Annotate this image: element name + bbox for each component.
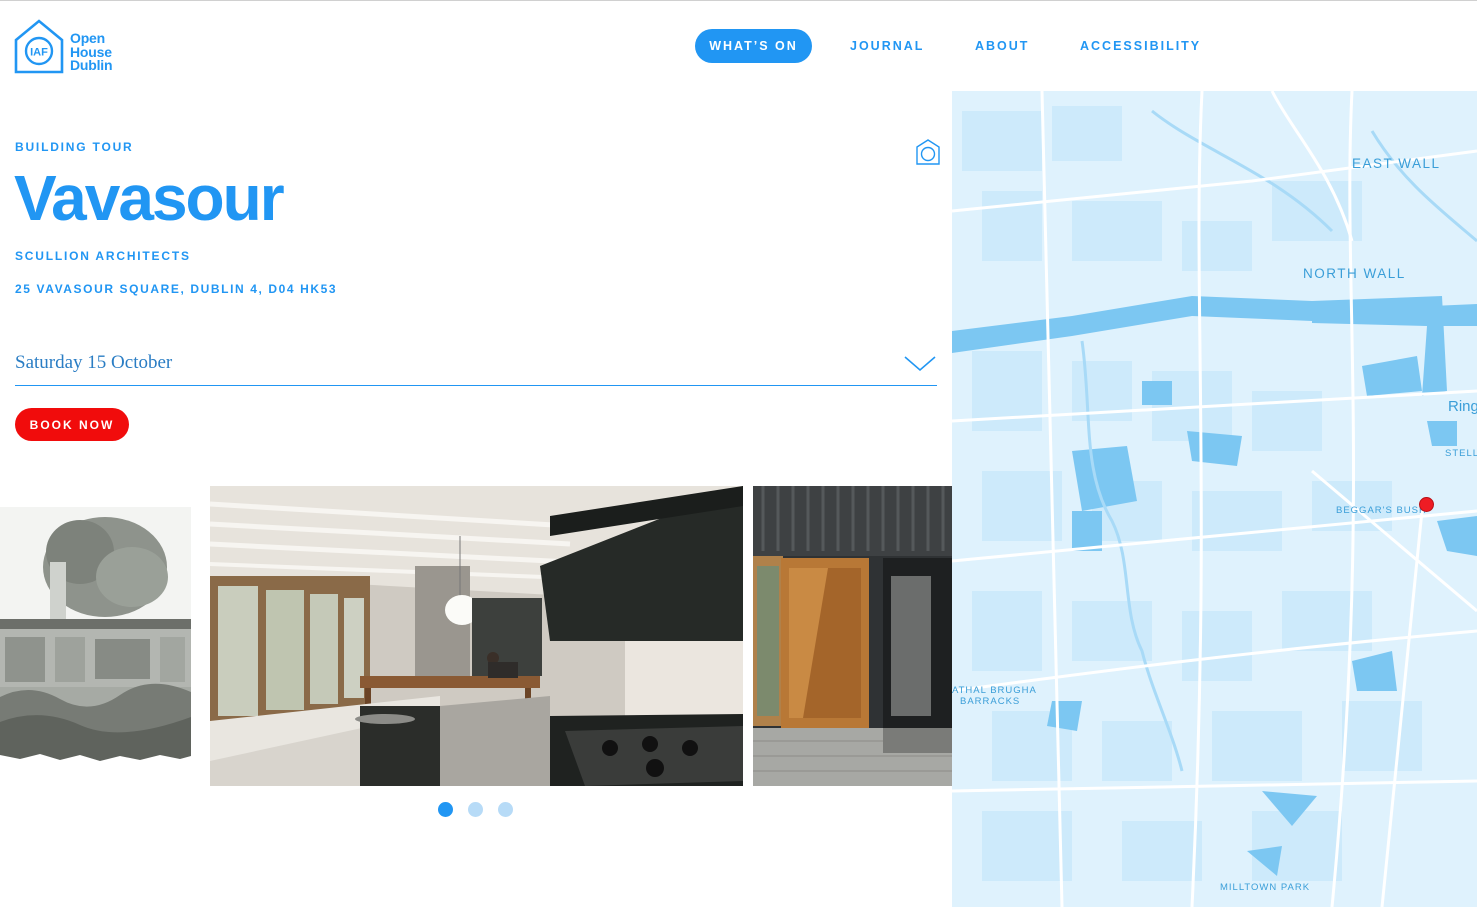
kitchen-photo [210, 486, 743, 786]
site-logo[interactable]: IAF Open House Dublin [14, 18, 113, 74]
book-now-button[interactable]: BOOK NOW [15, 408, 129, 441]
carousel-dot-1[interactable] [438, 802, 453, 817]
event-address: 25 VAVASOUR SQUARE, DUBLIN 4, D04 HK53 [15, 282, 338, 296]
event-category: BUILDING TOUR [15, 140, 134, 154]
sketch-illustration [0, 507, 191, 763]
map-label-east-wall: EAST WALL [1352, 156, 1441, 171]
carousel-dot-2[interactable] [468, 802, 483, 817]
map-label-cathal-brugha: ATHAL BRUGHA [952, 685, 1037, 696]
map-location-pin[interactable] [1419, 497, 1434, 512]
timber-door-photo [753, 486, 952, 786]
map-label-milltown-park: MILLTOWN PARK [1220, 882, 1311, 893]
carousel-dot-3[interactable] [498, 802, 513, 817]
chevron-down-icon [904, 355, 936, 371]
house-outline-icon [916, 139, 940, 165]
carousel-slide-door[interactable] [753, 486, 952, 786]
date-dropdown-value: Saturday 15 October [15, 351, 173, 373]
map-label-stell: STELL [1445, 448, 1477, 459]
map-label-beggars-bush: BEGGAR'S BUSH [1336, 505, 1427, 516]
nav-whats-on[interactable]: WHAT’S ON [695, 29, 812, 63]
carousel-slide-kitchen[interactable] [210, 486, 743, 786]
logo-line-dublin: Dublin [70, 57, 113, 73]
nav-about[interactable]: ABOUT [975, 39, 1029, 53]
top-border [0, 0, 1477, 1]
event-architect: SCULLION ARCHITECTS [15, 249, 191, 263]
carousel-dots [438, 802, 513, 817]
date-dropdown[interactable]: Saturday 15 October [15, 340, 937, 386]
location-map[interactable]: EAST WALL NORTH WALL Ring STELL BEGGAR'S… [952, 91, 1477, 907]
logo-mark-text: IAF [30, 47, 48, 59]
nav-journal[interactable]: JOURNAL [850, 39, 924, 53]
map-label-north-wall: NORTH WALL [1303, 266, 1406, 281]
map-label-ring: Ring [1448, 398, 1477, 415]
nav-accessibility[interactable]: ACCESSIBILITY [1080, 39, 1201, 53]
map-label-barracks: BARRACKS [960, 696, 1021, 707]
logo-wordmark: Open House Dublin [70, 31, 113, 73]
event-title: Vavasour [14, 162, 285, 234]
carousel-slide-sketch[interactable] [0, 507, 191, 763]
map-streets [952, 91, 1477, 907]
main-nav: WHAT’S ON JOURNAL ABOUT ACCESSIBILITY [695, 29, 1199, 63]
house-logo-icon: IAF [14, 19, 64, 74]
